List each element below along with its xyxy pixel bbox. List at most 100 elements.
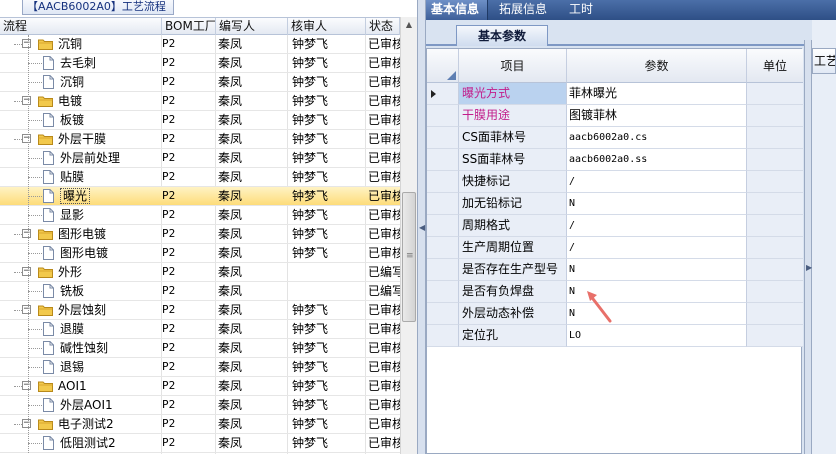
tree-row[interactable]: − 电镀 P2 秦凤 钟梦飞 已审核 (0, 92, 400, 111)
row-header[interactable] (427, 149, 459, 171)
tree-row[interactable]: 沉铜 P2 秦凤 钟梦飞 已审核 (0, 73, 400, 92)
right-splitter[interactable]: ▶ (804, 40, 812, 454)
tree-row[interactable]: 外层AOI1 P2 秦凤 钟梦飞 已审核 (0, 396, 400, 415)
param-unit-cell[interactable] (747, 281, 803, 303)
tab-work-hours[interactable]: 工时 (564, 0, 604, 20)
tree-row[interactable]: − 外层蚀刻 P2 秦凤 钟梦飞 已审核 (0, 301, 400, 320)
param-name-cell[interactable]: 快捷标记 (459, 171, 567, 193)
row-header[interactable] (427, 171, 459, 193)
row-header[interactable] (427, 215, 459, 237)
param-value-cell[interactable]: aacb6002a0.ss (567, 149, 747, 171)
collapse-left-icon[interactable]: ◀ (419, 222, 425, 234)
tree-row[interactable]: − 图形电镀 P2 秦凤 钟梦飞 已审核 (0, 225, 400, 244)
collapse-icon[interactable]: − (22, 96, 31, 105)
row-header[interactable] (427, 325, 459, 347)
param-value-cell[interactable]: 菲林曝光 (567, 83, 747, 105)
col-header-bom[interactable]: BOM工厂 (162, 18, 216, 35)
tree-row[interactable]: 退锡 P2 秦凤 钟梦飞 已审核 (0, 358, 400, 377)
param-row[interactable]: 是否存在生产型号 N (427, 259, 803, 281)
param-unit-cell[interactable] (747, 83, 803, 105)
param-name-cell[interactable]: CS面菲林号 (459, 127, 567, 149)
scroll-up-icon[interactable]: ▲ (401, 17, 417, 33)
tree-row[interactable]: 外层前处理 P2 秦凤 钟梦飞 已审核 (0, 149, 400, 168)
col-header-process[interactable]: 流程 (0, 18, 162, 35)
tree-row[interactable]: 贴膜 P2 秦凤 钟梦飞 已审核 (0, 168, 400, 187)
param-unit-cell[interactable] (747, 193, 803, 215)
collapse-icon[interactable]: − (22, 267, 31, 276)
row-header[interactable] (427, 237, 459, 259)
tree-row[interactable]: 曝光 P2 秦凤 钟梦飞 已审核 (0, 187, 400, 206)
row-header[interactable] (427, 127, 459, 149)
param-name-cell[interactable]: 外层动态补偿 (459, 303, 567, 325)
param-row[interactable]: CS面菲林号 aacb6002a0.cs (427, 127, 803, 149)
param-name-cell[interactable]: 生产周期位置 (459, 237, 567, 259)
tree-row[interactable]: 低阻测试2 P2 秦凤 钟梦飞 已审核 (0, 434, 400, 453)
row-header[interactable] (427, 83, 459, 105)
col-header-status[interactable]: 状态 (366, 18, 400, 35)
tree-row[interactable]: 图形电镀 P2 秦凤 钟梦飞 已审核 (0, 244, 400, 263)
param-unit-cell[interactable] (747, 259, 803, 281)
param-row[interactable]: 外层动态补偿 N (427, 303, 803, 325)
param-unit-cell[interactable] (747, 303, 803, 325)
tab-basic-params[interactable]: 基本参数 (456, 25, 548, 46)
param-row[interactable]: 生产周期位置 / (427, 237, 803, 259)
col-header-unit[interactable]: 单位 (747, 49, 803, 83)
tab-basic-info[interactable]: 基本信息 (426, 0, 488, 20)
tree-row[interactable]: − 外层干膜 P2 秦凤 钟梦飞 已审核 (0, 130, 400, 149)
tree-row[interactable]: − 沉铜 P2 秦凤 钟梦飞 已审核 (0, 35, 400, 54)
collapse-icon[interactable]: − (22, 381, 31, 390)
tree-row[interactable]: − AOI1 P2 秦凤 钟梦飞 已审核 (0, 377, 400, 396)
param-unit-cell[interactable] (747, 237, 803, 259)
param-value-cell[interactable]: N (567, 193, 747, 215)
param-unit-cell[interactable] (747, 105, 803, 127)
col-header-param[interactable]: 参数 (567, 49, 747, 83)
tree-row[interactable]: 显影 P2 秦凤 钟梦飞 已审核 (0, 206, 400, 225)
collapse-icon[interactable]: − (22, 229, 31, 238)
param-value-cell[interactable]: 图镀菲林 (567, 105, 747, 127)
row-header[interactable] (427, 105, 459, 127)
param-unit-cell[interactable] (747, 215, 803, 237)
collapse-icon[interactable]: − (22, 305, 31, 314)
param-name-cell[interactable]: 加无铅标记 (459, 193, 567, 215)
param-value-cell[interactable]: / (567, 237, 747, 259)
param-name-cell[interactable]: SS面菲林号 (459, 149, 567, 171)
param-row[interactable]: 加无铅标记 N (427, 193, 803, 215)
process-title-tab[interactable]: 【AACB6002A0】工艺流程 (22, 0, 174, 15)
tree-vertical-scrollbar[interactable]: ▲ ≡ (400, 17, 417, 454)
collapse-icon[interactable]: − (22, 134, 31, 143)
param-unit-cell[interactable] (747, 171, 803, 193)
col-header-writer[interactable]: 编写人 (216, 18, 288, 35)
col-header-item[interactable]: 项目 (459, 49, 567, 83)
collapse-icon[interactable]: − (22, 39, 31, 48)
param-name-cell[interactable]: 定位孔 (459, 325, 567, 347)
param-row[interactable]: 干膜用途 图镀菲林 (427, 105, 803, 127)
param-row[interactable]: 曝光方式 菲林曝光 (427, 83, 803, 105)
param-name-cell[interactable]: 是否有负焊盘 (459, 281, 567, 303)
col-header-reviewer[interactable]: 核审人 (288, 18, 366, 35)
side-tab-process[interactable]: 工艺 (812, 48, 836, 74)
param-row[interactable]: 周期格式 / (427, 215, 803, 237)
tree-row[interactable]: 碱性蚀刻 P2 秦凤 钟梦飞 已审核 (0, 339, 400, 358)
row-header[interactable] (427, 259, 459, 281)
row-header[interactable] (427, 303, 459, 325)
param-name-cell[interactable]: 周期格式 (459, 215, 567, 237)
param-row[interactable]: 快捷标记 / (427, 171, 803, 193)
tree-row[interactable]: 退膜 P2 秦凤 钟梦飞 已审核 (0, 320, 400, 339)
param-value-cell[interactable]: / (567, 215, 747, 237)
row-header[interactable] (427, 281, 459, 303)
tree-row[interactable]: 去毛刺 P2 秦凤 钟梦飞 已审核 (0, 54, 400, 73)
tree-row[interactable]: − 电子测试2 P2 秦凤 钟梦飞 已审核 (0, 415, 400, 434)
param-unit-cell[interactable] (747, 149, 803, 171)
tree-row[interactable]: 板镀 P2 秦凤 钟梦飞 已审核 (0, 111, 400, 130)
collapse-icon[interactable]: − (22, 419, 31, 428)
param-value-cell[interactable]: aacb6002a0.cs (567, 127, 747, 149)
param-value-cell[interactable]: N (567, 259, 747, 281)
param-row[interactable]: 是否有负焊盘 N (427, 281, 803, 303)
param-unit-cell[interactable] (747, 325, 803, 347)
param-name-cell[interactable]: 干膜用途 (459, 105, 567, 127)
param-row[interactable]: SS面菲林号 aacb6002a0.ss (427, 149, 803, 171)
param-unit-cell[interactable] (747, 127, 803, 149)
param-row[interactable]: 定位孔 LO (427, 325, 803, 347)
param-value-cell[interactable]: LO (567, 325, 747, 347)
param-name-cell[interactable]: 是否存在生产型号 (459, 259, 567, 281)
